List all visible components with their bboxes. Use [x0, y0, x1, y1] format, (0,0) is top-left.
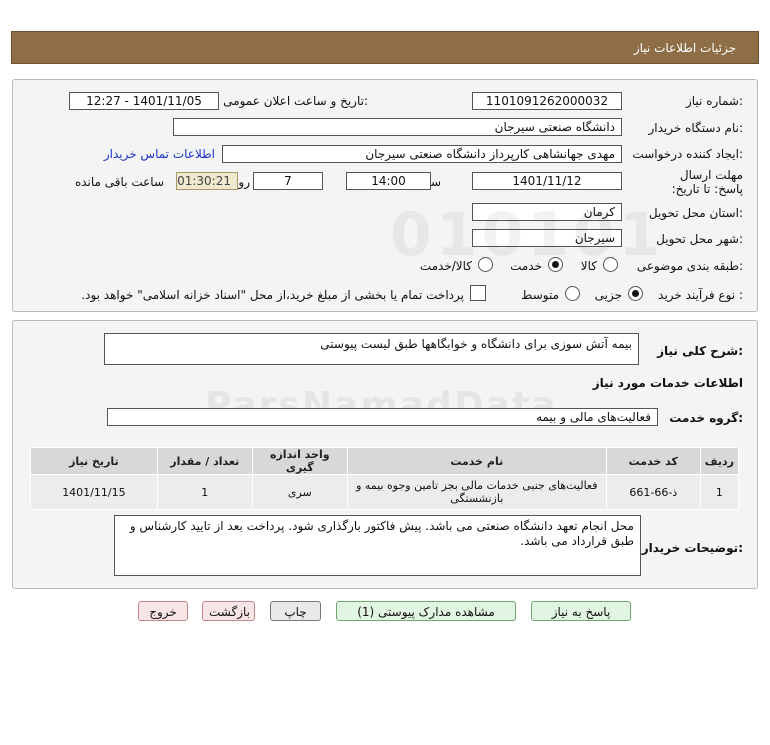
treasury-checkbox[interactable] [470, 285, 486, 301]
buyer-notes-field: محل انجام تعهد دانشگاه صنعتی می باشد. پی… [114, 515, 641, 576]
buyer-org-label: نام دستگاه خریدار: [648, 121, 744, 135]
requester-field: مهدی جهانشاهی کارپرداز دانشگاه صنعتی سیر… [222, 145, 622, 163]
announce-date-label: تاریخ و ساعت اعلان عمومی: [223, 94, 368, 108]
row-name: فعالیت‌های جنبی خدمات مالی بجز تامین وجو… [346, 474, 607, 510]
summary-label: شرح کلی نیاز: [657, 344, 743, 358]
deadline-label: مهلت ارسال پاسخ: تا تاریخ: [671, 168, 743, 196]
row-date: 1401/11/15 [30, 474, 158, 510]
process-radio-medium[interactable] [565, 286, 580, 301]
col-unit: واحد اندازه گیری [251, 447, 348, 475]
reply-button[interactable]: پاسخ به نیاز [531, 601, 631, 621]
treasury-payment-note: پرداخت تمام یا بخشی از مبلغ خرید،از محل … [81, 288, 464, 302]
col-name: نام خدمت [346, 447, 607, 475]
services-section-title: اطلاعات خدمات مورد نیاز [592, 376, 743, 390]
table-row: 1 ذ-66-661 فعالیت‌های جنبی خدمات مالی بج… [30, 474, 740, 510]
col-code: کد خدمت [605, 447, 701, 475]
services-table-header: ردیف کد خدمت نام خدمت واحد اندازه گیری ت… [30, 447, 740, 475]
service-group-label: گروه خدمت: [669, 411, 743, 425]
row-code: ذ-66-661 [605, 474, 701, 510]
buyer-notes-label: توضیحات خریدار: [641, 541, 743, 555]
process-radio-minor[interactable] [628, 286, 643, 301]
deadline-date-field: 1401/11/12 [472, 172, 622, 190]
services-table: ردیف کد خدمت نام خدمت واحد اندازه گیری ت… [30, 447, 740, 510]
need-details-panel [12, 79, 758, 312]
need-number-label: شماره نیاز: [685, 94, 743, 108]
requester-label: ایجاد کننده درخواست: [632, 147, 743, 161]
page: جزئیات اطلاعات نیاز شماره نیاز: 11010912… [0, 0, 770, 745]
back-button[interactable]: بازگشت [202, 601, 255, 621]
col-index: ردیف [699, 447, 740, 475]
buyer-org-field: دانشگاه صنعتی سیرجان [173, 118, 622, 136]
city-label: شهر محل تحویل: [656, 232, 743, 246]
buyer-contact-link[interactable]: اطلاعات تماس خریدار [104, 147, 215, 161]
deadline-time-field: 14:00 [346, 172, 431, 190]
service-group-field: فعالیت‌های مالی و بیمه [107, 408, 658, 426]
attachments-button[interactable]: مشاهده مدارک پیوستی (1) [336, 601, 516, 621]
remaining-time-label: ساعت باقی مانده [74, 175, 164, 189]
remaining-time-field: 01:30:21 [176, 172, 238, 190]
process-option-minor: جزیی [594, 288, 622, 302]
col-qty: تعداد / مقدار [156, 447, 253, 475]
process-type-label: نوع فرآیند خرید : [658, 288, 743, 302]
row-unit: سری [251, 474, 348, 510]
row-index: 1 [699, 474, 740, 510]
announce-date-field: 1401/11/05 - 12:27 [69, 92, 219, 110]
row-qty: 1 [156, 474, 253, 510]
col-date: تاریخ نیاز [30, 447, 158, 475]
print-button[interactable]: چاپ [270, 601, 321, 621]
watermark-logo: 010101 [390, 200, 665, 270]
deadline-days-field: 7 [253, 172, 323, 190]
process-option-medium: متوسط [521, 288, 559, 302]
page-header: جزئیات اطلاعات نیاز [11, 31, 759, 64]
exit-button[interactable]: خروج [138, 601, 188, 621]
summary-field: بیمه آتش سوزی برای دانشگاه و خوابگاهها ط… [104, 333, 639, 365]
page-title: جزئیات اطلاعات نیاز [633, 41, 736, 55]
need-number-field: 1101091262000032 [472, 92, 622, 110]
